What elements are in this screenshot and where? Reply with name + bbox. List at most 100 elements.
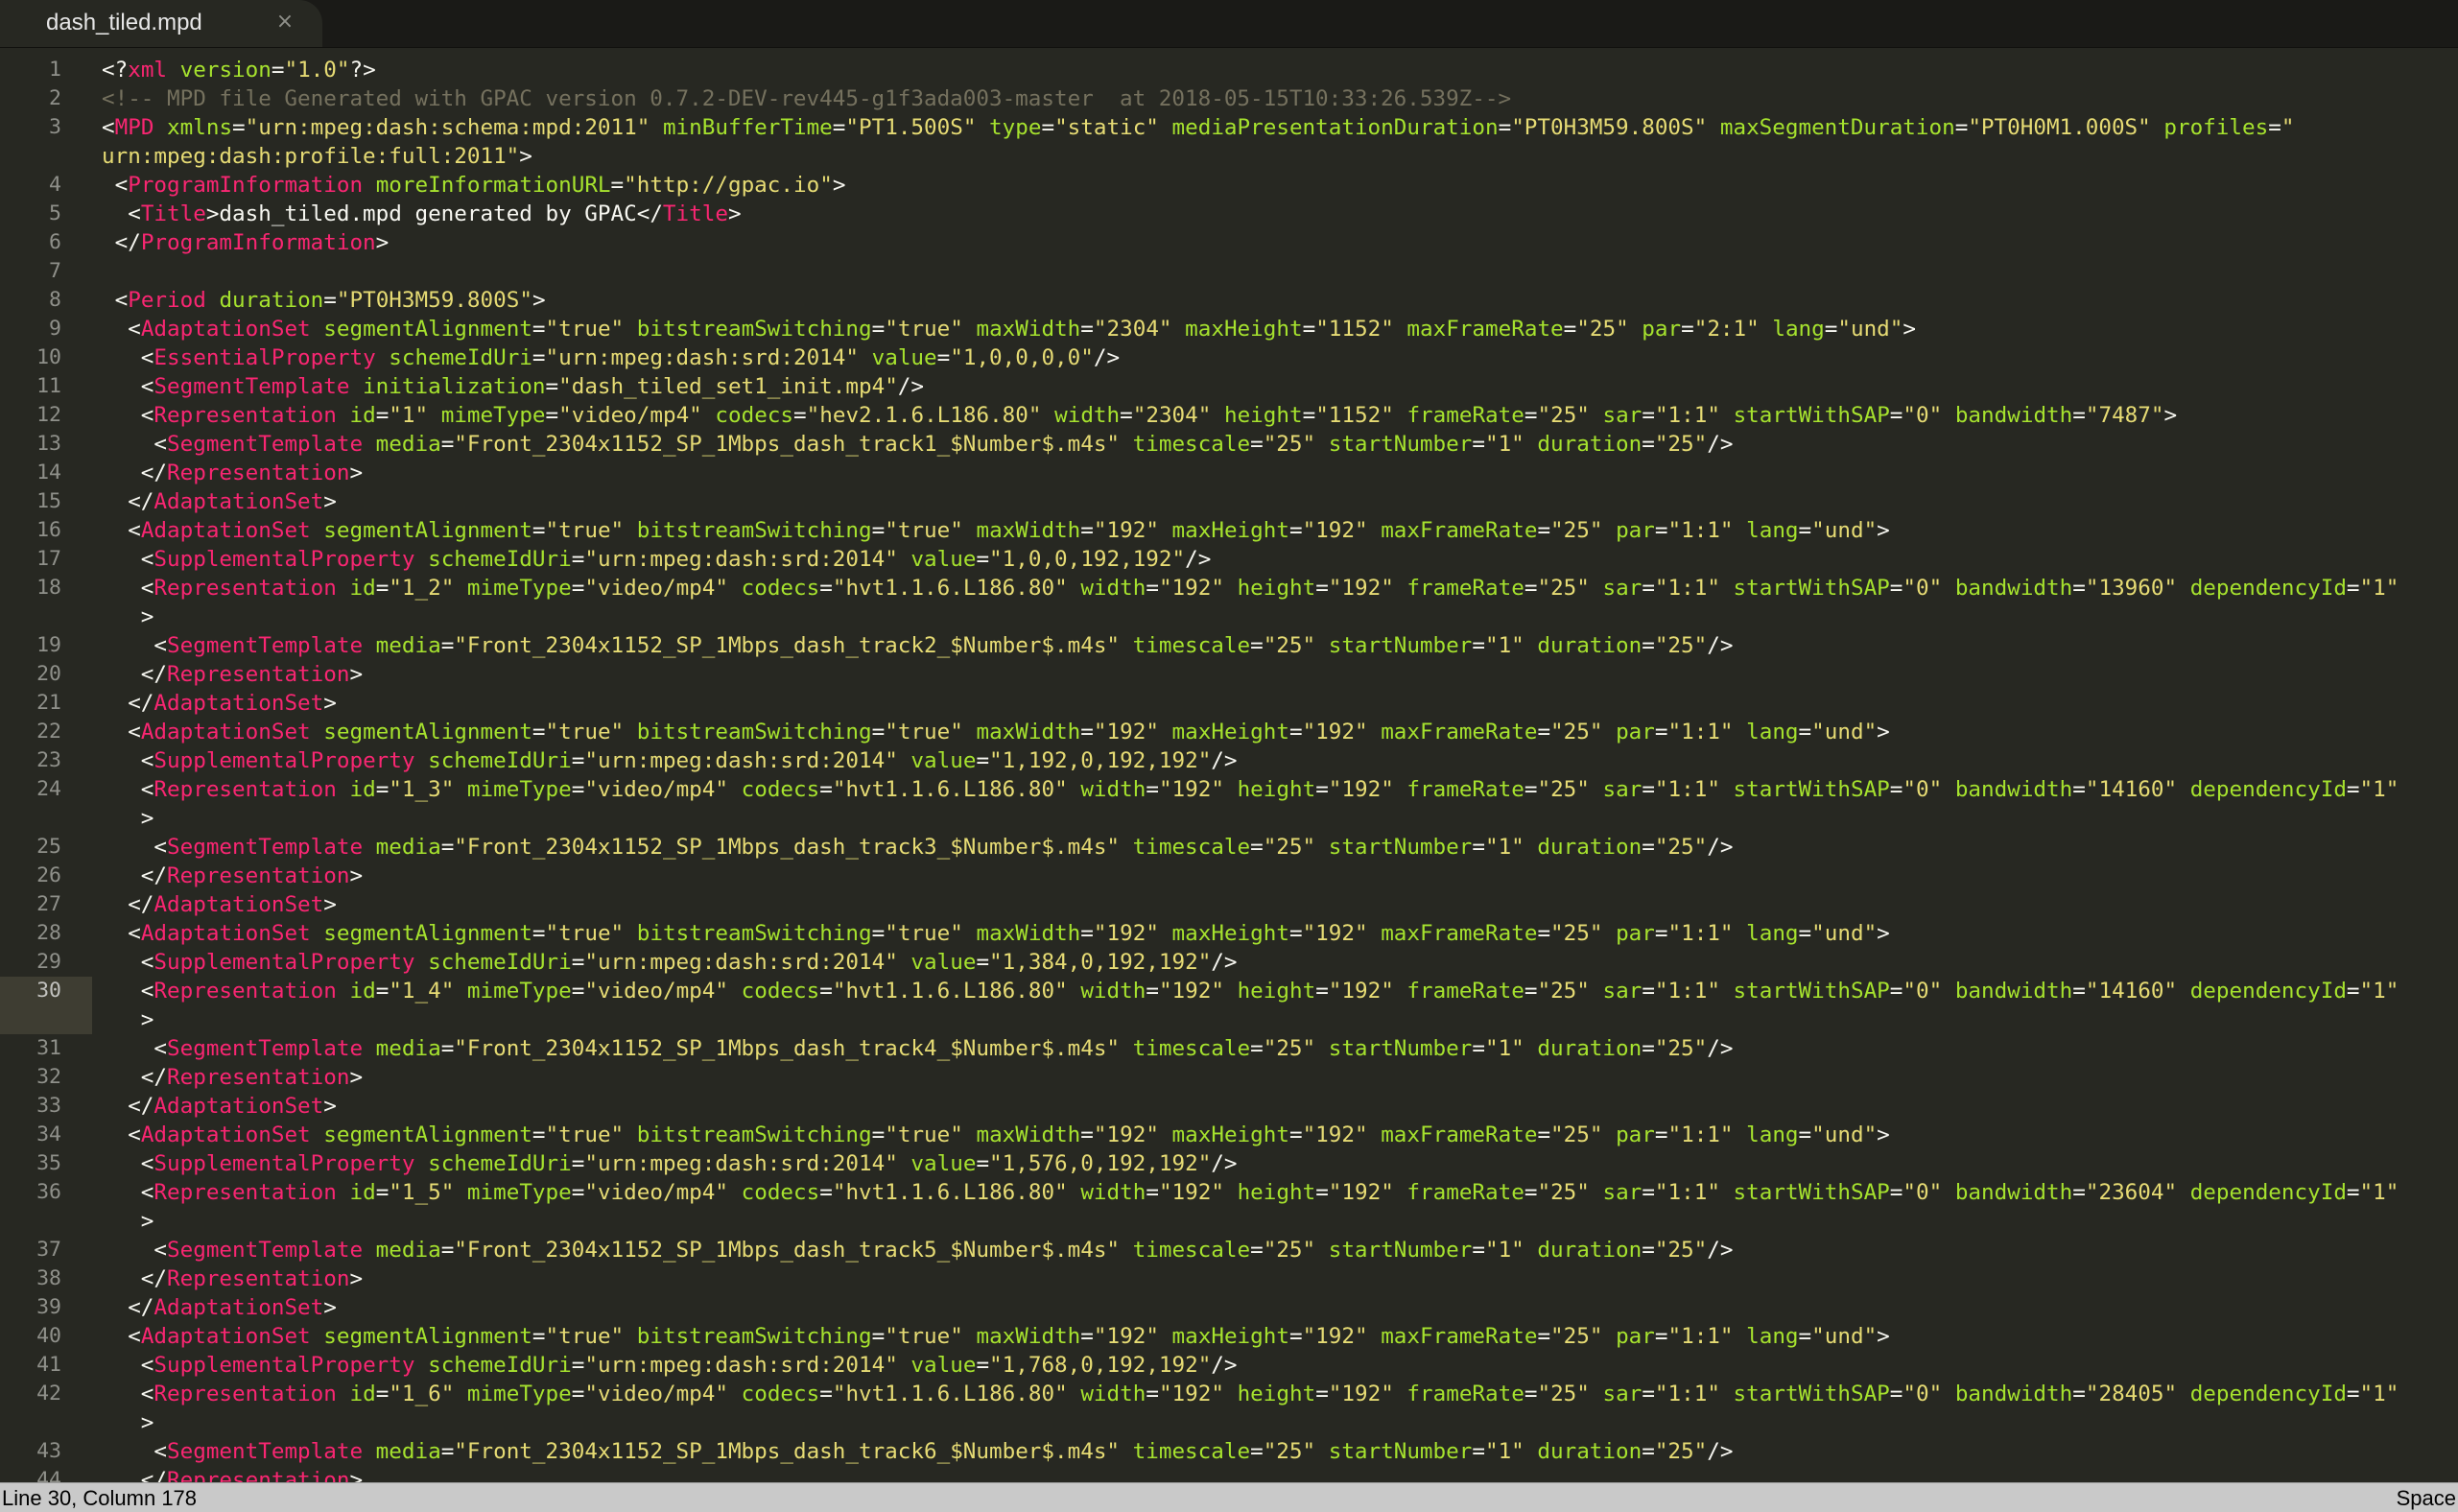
code-token: maxFrameRate bbox=[1381, 921, 1538, 946]
close-icon[interactable]: × bbox=[272, 10, 297, 35]
code-line[interactable]: 1 <?xml version="1.0"?> bbox=[0, 56, 2458, 84]
code-token: = bbox=[1537, 1324, 1551, 1349]
code-token: "28405" bbox=[2085, 1382, 2178, 1406]
code-line[interactable]: 40 <AdaptationSet segmentAlignment="true… bbox=[0, 1322, 2458, 1351]
code-token: = bbox=[1250, 1439, 1264, 1464]
code-line[interactable]: > bbox=[0, 1408, 2458, 1437]
line-number: 2 bbox=[49, 86, 61, 110]
code-line[interactable]: 14 </Representation> bbox=[0, 459, 2458, 487]
code-line[interactable]: 4 <ProgramInformation moreInformationURL… bbox=[0, 171, 2458, 200]
code-token: "192" bbox=[1158, 979, 1224, 1004]
code-token: > bbox=[1877, 1324, 1890, 1349]
code-token: segmentAlignment bbox=[323, 720, 532, 744]
code-line[interactable]: 33 </AdaptationSet> bbox=[0, 1092, 2458, 1121]
code-line[interactable]: 16 <AdaptationSet segmentAlignment="true… bbox=[0, 516, 2458, 545]
code-line[interactable]: 26 </Representation> bbox=[0, 862, 2458, 890]
code-token: "25" bbox=[1550, 1122, 1603, 1147]
code-token: frameRate bbox=[1406, 1180, 1524, 1205]
code-token: bandwidth bbox=[1954, 1180, 2073, 1205]
code-line[interactable]: 38 </Representation> bbox=[0, 1264, 2458, 1293]
code-line[interactable]: 27 </AdaptationSet> bbox=[0, 890, 2458, 919]
code-line[interactable]: 25 <SegmentTemplate media="Front_2304x11… bbox=[0, 833, 2458, 862]
code-token: "192" bbox=[1328, 979, 1394, 1004]
code-line[interactable]: 39 </AdaptationSet> bbox=[0, 1293, 2458, 1322]
code-line[interactable]: > bbox=[0, 804, 2458, 833]
code-token: "und" bbox=[1837, 317, 1903, 342]
code-token: "0" bbox=[1903, 979, 1943, 1004]
code-line[interactable]: 31 <SegmentTemplate media="Front_2304x11… bbox=[0, 1034, 2458, 1063]
code-token: "hvt1.1.6.L186.80" bbox=[832, 979, 1068, 1004]
code-line[interactable]: 10 <EssentialProperty schemeIdUri="urn:m… bbox=[0, 343, 2458, 372]
code-line[interactable]: 19 <SegmentTemplate media="Front_2304x11… bbox=[0, 631, 2458, 660]
code-line[interactable]: 9 <AdaptationSet segmentAlignment="true"… bbox=[0, 315, 2458, 343]
code-editor[interactable]: 1 <?xml version="1.0"?> 2 <!-- MPD file Gen… bbox=[0, 50, 2458, 1482]
code-token: lang bbox=[1772, 317, 1825, 342]
code-line[interactable]: 24 <Representation id="1_3" mimeType="vi… bbox=[0, 775, 2458, 804]
code-token: "0" bbox=[1903, 1382, 1943, 1406]
code-line[interactable]: 36 <Representation id="1_5" mimeType="vi… bbox=[0, 1178, 2458, 1207]
code-line[interactable]: 23 <SupplementalProperty schemeIdUri="ur… bbox=[0, 746, 2458, 775]
code-token: media bbox=[375, 1238, 441, 1263]
code-line[interactable]: > bbox=[0, 1207, 2458, 1236]
code-token: = bbox=[532, 1122, 546, 1147]
code-line[interactable]: 29 <SupplementalProperty schemeIdUri="ur… bbox=[0, 948, 2458, 977]
code-token: maxWidth bbox=[976, 720, 1081, 744]
code-line[interactable]: 32 </Representation> bbox=[0, 1063, 2458, 1092]
code-token: Representation bbox=[167, 863, 350, 888]
code-line[interactable]: 7 bbox=[0, 257, 2458, 286]
code-token: Representation bbox=[167, 1065, 350, 1090]
code-token: startWithSAP bbox=[1733, 576, 1890, 601]
code-token: "1" bbox=[1484, 1238, 1524, 1263]
code-line[interactable]: 20 </Representation> bbox=[0, 660, 2458, 689]
code-token: = bbox=[532, 518, 546, 543]
code-line[interactable]: 41 <SupplementalProperty schemeIdUri="ur… bbox=[0, 1351, 2458, 1380]
code-line[interactable]: 2 <!-- MPD file Generated with GPAC versi… bbox=[0, 84, 2458, 113]
indentation-mode[interactable]: Space bbox=[2397, 1486, 2456, 1511]
code-line[interactable]: 42 <Representation id="1_6" mimeType="vi… bbox=[0, 1380, 2458, 1408]
tab-title: dash_tiled.mpd bbox=[46, 10, 202, 35]
code-line[interactable]: 11 <SegmentTemplate initialization="dash… bbox=[0, 372, 2458, 401]
code-line[interactable]: 8 <Period duration="PT0H3M59.800S"> bbox=[0, 286, 2458, 315]
code-token: "urn:mpeg:dash:schema:mpd:2011" bbox=[245, 115, 650, 140]
code-line[interactable]: 37 <SegmentTemplate media="Front_2304x11… bbox=[0, 1236, 2458, 1264]
code-token: timescale bbox=[1132, 1238, 1251, 1263]
code-line[interactable]: > bbox=[0, 602, 2458, 631]
line-number: 27 bbox=[36, 892, 61, 916]
code-line[interactable]: 3 <MPD xmlns="urn:mpeg:dash:schema:mpd:20… bbox=[0, 113, 2458, 142]
code-line[interactable]: urn:mpeg:dash:profile:full:2011"> bbox=[0, 142, 2458, 171]
code-token: > bbox=[1877, 921, 1890, 946]
code-line[interactable]: 43 <SegmentTemplate media="Front_2304x11… bbox=[0, 1437, 2458, 1466]
code-token: maxHeight bbox=[1171, 720, 1289, 744]
code-line[interactable]: 35 <SupplementalProperty schemeIdUri="ur… bbox=[0, 1149, 2458, 1178]
code-token: timescale bbox=[1132, 1036, 1251, 1061]
code-line[interactable]: 21 </AdaptationSet> bbox=[0, 689, 2458, 718]
code-line[interactable]: 17 <SupplementalProperty schemeIdUri="ur… bbox=[0, 545, 2458, 574]
code-line[interactable]: > bbox=[0, 1005, 2458, 1034]
code-line[interactable]: 22 <AdaptationSet segmentAlignment="true… bbox=[0, 718, 2458, 746]
code-line[interactable]: 30 <Representation id="1_4" mimeType="vi… bbox=[0, 977, 2458, 1005]
code-line[interactable]: 44 </Representation> bbox=[0, 1466, 2458, 1482]
code-line[interactable]: 18 <Representation id="1_2" mimeType="vi… bbox=[0, 574, 2458, 602]
file-tab[interactable]: dash_tiled.mpd × bbox=[0, 0, 322, 47]
line-content: <SupplementalProperty schemeIdUri="urn:m… bbox=[102, 1149, 1238, 1178]
code-token: </ bbox=[102, 230, 141, 255]
code-token: = bbox=[1250, 633, 1264, 658]
code-line[interactable]: 13 <SegmentTemplate media="Front_2304x11… bbox=[0, 430, 2458, 459]
code-token: maxWidth bbox=[976, 518, 1081, 543]
code-line[interactable]: 12 <Representation id="1" mimeType="vide… bbox=[0, 401, 2458, 430]
code-line[interactable]: 28 <AdaptationSet segmentAlignment="true… bbox=[0, 919, 2458, 948]
line-content: <SegmentTemplate initialization="dash_ti… bbox=[102, 372, 924, 401]
code-token: schemeIdUri bbox=[428, 547, 572, 572]
code-line[interactable]: 5 <Title>dash_tiled.mpd generated by GPA… bbox=[0, 200, 2458, 228]
code-line[interactable]: 6 </ProgramInformation> bbox=[0, 228, 2458, 257]
code-line[interactable]: 34 <AdaptationSet segmentAlignment="true… bbox=[0, 1121, 2458, 1149]
code-line[interactable]: 15 </AdaptationSet> bbox=[0, 487, 2458, 516]
